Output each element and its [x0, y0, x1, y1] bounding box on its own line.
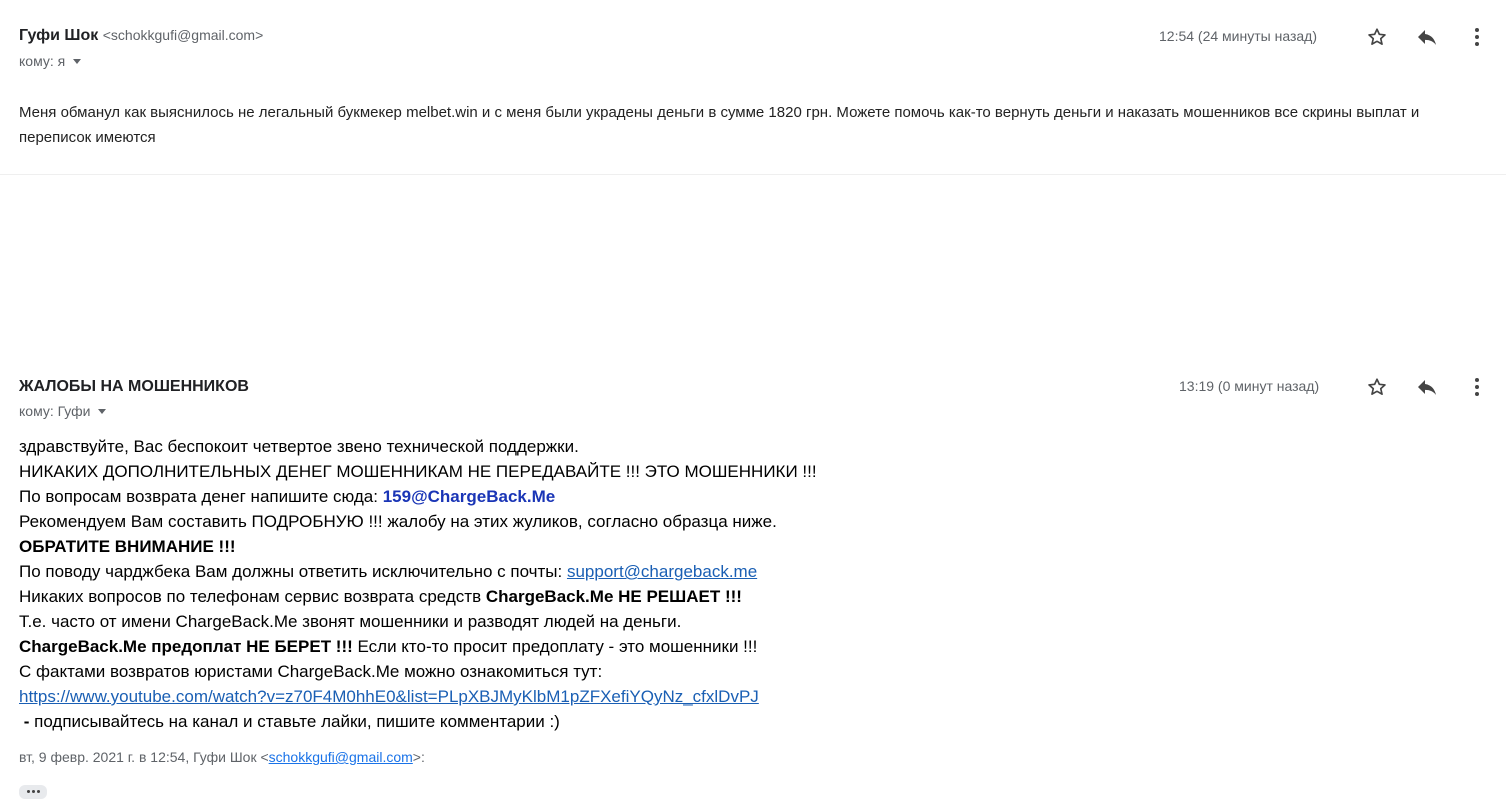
body-line: Никаких вопросов по телефонам сервис воз… [19, 584, 1219, 609]
recipient-details-toggle[interactable]: кому: я [19, 53, 82, 69]
star-icon [1368, 378, 1386, 395]
ellipsis-icon [31, 790, 35, 793]
message-1: Гуфи Шок <schokkgufi@gmail.com> кому: я … [0, 0, 1506, 175]
quote-suffix: >: [412, 749, 425, 765]
reply-button[interactable] [1415, 375, 1439, 399]
chevron-down-icon [73, 59, 82, 64]
sender-name[interactable]: Гуфи Шок [19, 27, 98, 44]
more-options-button[interactable] [1465, 375, 1489, 399]
body-line: - подписывайтесь на канал и ставьте лайк… [19, 709, 1219, 734]
reply-icon [1418, 30, 1436, 45]
body-line: С фактами возвратов юристами ChargeBack.… [19, 662, 603, 681]
message-timestamp: 13:19 (0 минут назад) [1179, 378, 1320, 394]
recipient-details-toggle[interactable]: кому: Гуфи [19, 403, 107, 419]
body-text: По поводу чарджбека Вам должны ответить … [19, 562, 567, 581]
message-1-from: Гуфи Шок <schokkgufi@gmail.com> [19, 27, 263, 45]
star-icon [1368, 28, 1386, 45]
support-email-link[interactable]: support@chargeback.me [567, 562, 757, 581]
recipient-label: кому: я [19, 53, 66, 69]
more-vert-icon [1475, 28, 1479, 46]
quote-prefix: вт, 9 февр. 2021 г. в 12:54, Гуфи Шок < [19, 749, 269, 765]
chevron-down-icon [98, 409, 107, 414]
star-button[interactable] [1365, 375, 1389, 399]
youtube-link[interactable]: https://www.youtube.com/watch?v=z70F4M0h… [19, 687, 759, 706]
body-line: Рекомендуем Вам составить ПОДРОБНУЮ !!! … [19, 512, 777, 531]
recipient-label: кому: Гуфи [19, 403, 91, 419]
body-line: https://www.youtube.com/watch?v=z70F4M0h… [19, 684, 1219, 709]
more-vert-icon [1475, 378, 1479, 396]
body-line: ОБРАТИТЕ ВНИМАНИЕ !!! [19, 537, 236, 556]
body-text: По вопросам возврата денег напишите сюда… [19, 487, 383, 506]
body-bold-text: ChargeBack.Me НЕ РЕШАЕТ !!! [485, 587, 742, 606]
sender-name[interactable]: ЖАЛОБЫ НА МОШЕННИКОВ [19, 378, 249, 395]
ellipsis-icon [36, 790, 40, 793]
star-button[interactable] [1365, 25, 1389, 49]
message-2-from: ЖАЛОБЫ НА МОШЕННИКОВ [19, 378, 249, 396]
body-line: По поводу чарджбека Вам должны ответить … [19, 559, 1219, 584]
message-timestamp: 12:54 (24 минуты назад) [1159, 28, 1317, 44]
ellipsis-icon [26, 790, 30, 793]
sender-email: <schokkgufi@gmail.com> [102, 27, 264, 43]
body-line: ChargeBack.Me предоплат НЕ БЕРЕТ !!! Есл… [19, 634, 1219, 659]
body-line: здравствуйте, Вас беспокоит четвертое зв… [19, 437, 579, 456]
body-bold-text: ChargeBack.Me предоплат НЕ БЕРЕТ !!! [19, 637, 353, 656]
reply-button[interactable] [1415, 25, 1439, 49]
quoted-header: вт, 9 февр. 2021 г. в 12:54, Гуфи Шок <s… [19, 749, 425, 765]
body-text: Никаких вопросов по телефонам сервис воз… [19, 587, 486, 606]
message-1-body: Меня обманул как выяснилось не легальный… [19, 104, 1420, 146]
body-bold-text: - [19, 712, 35, 731]
message-2-body: здравствуйте, Вас беспокоит четвертое зв… [19, 434, 1219, 734]
body-line: НИКАКИХ ДОПОЛНИТЕЛЬНЫХ ДЕНЕГ МОШЕННИКАМ … [19, 462, 817, 481]
quote-email-link[interactable]: schokkgufi@gmail.com [269, 749, 413, 765]
more-options-button[interactable] [1465, 25, 1489, 49]
body-text: Если кто-то просит предоплату - это моше… [352, 637, 758, 656]
show-trimmed-content-button[interactable] [19, 785, 47, 799]
contact-email: 159@ChargeBack.Me [382, 487, 556, 506]
reply-icon [1418, 380, 1436, 395]
body-line: По вопросам возврата денег напишите сюда… [19, 484, 1219, 509]
body-text: подписывайтесь на канал и ставьте лайки,… [34, 712, 560, 731]
